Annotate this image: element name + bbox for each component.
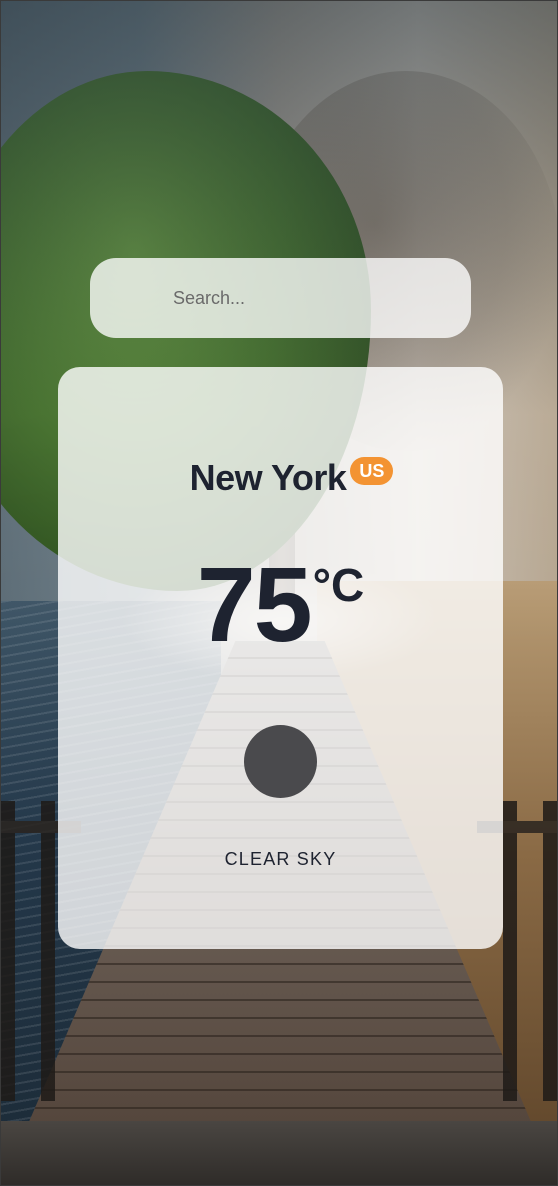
temperature-value: 75 xyxy=(196,546,313,664)
weather-card: New York US 75 °C CLEAR SKY xyxy=(58,367,503,949)
background-ground xyxy=(1,1121,557,1185)
country-badge: US xyxy=(350,457,394,485)
search-input[interactable] xyxy=(173,287,433,309)
search-box[interactable] xyxy=(90,258,471,338)
temperature-unit: °C xyxy=(312,559,365,611)
city-name: New York xyxy=(189,457,347,498)
app-frame: New York US 75 °C CLEAR SKY xyxy=(0,0,558,1186)
location-row: New York US xyxy=(58,457,503,499)
weather-icon xyxy=(244,725,317,798)
weather-description: CLEAR SKY xyxy=(224,849,337,869)
temperature-row: 75 °C xyxy=(58,552,503,658)
